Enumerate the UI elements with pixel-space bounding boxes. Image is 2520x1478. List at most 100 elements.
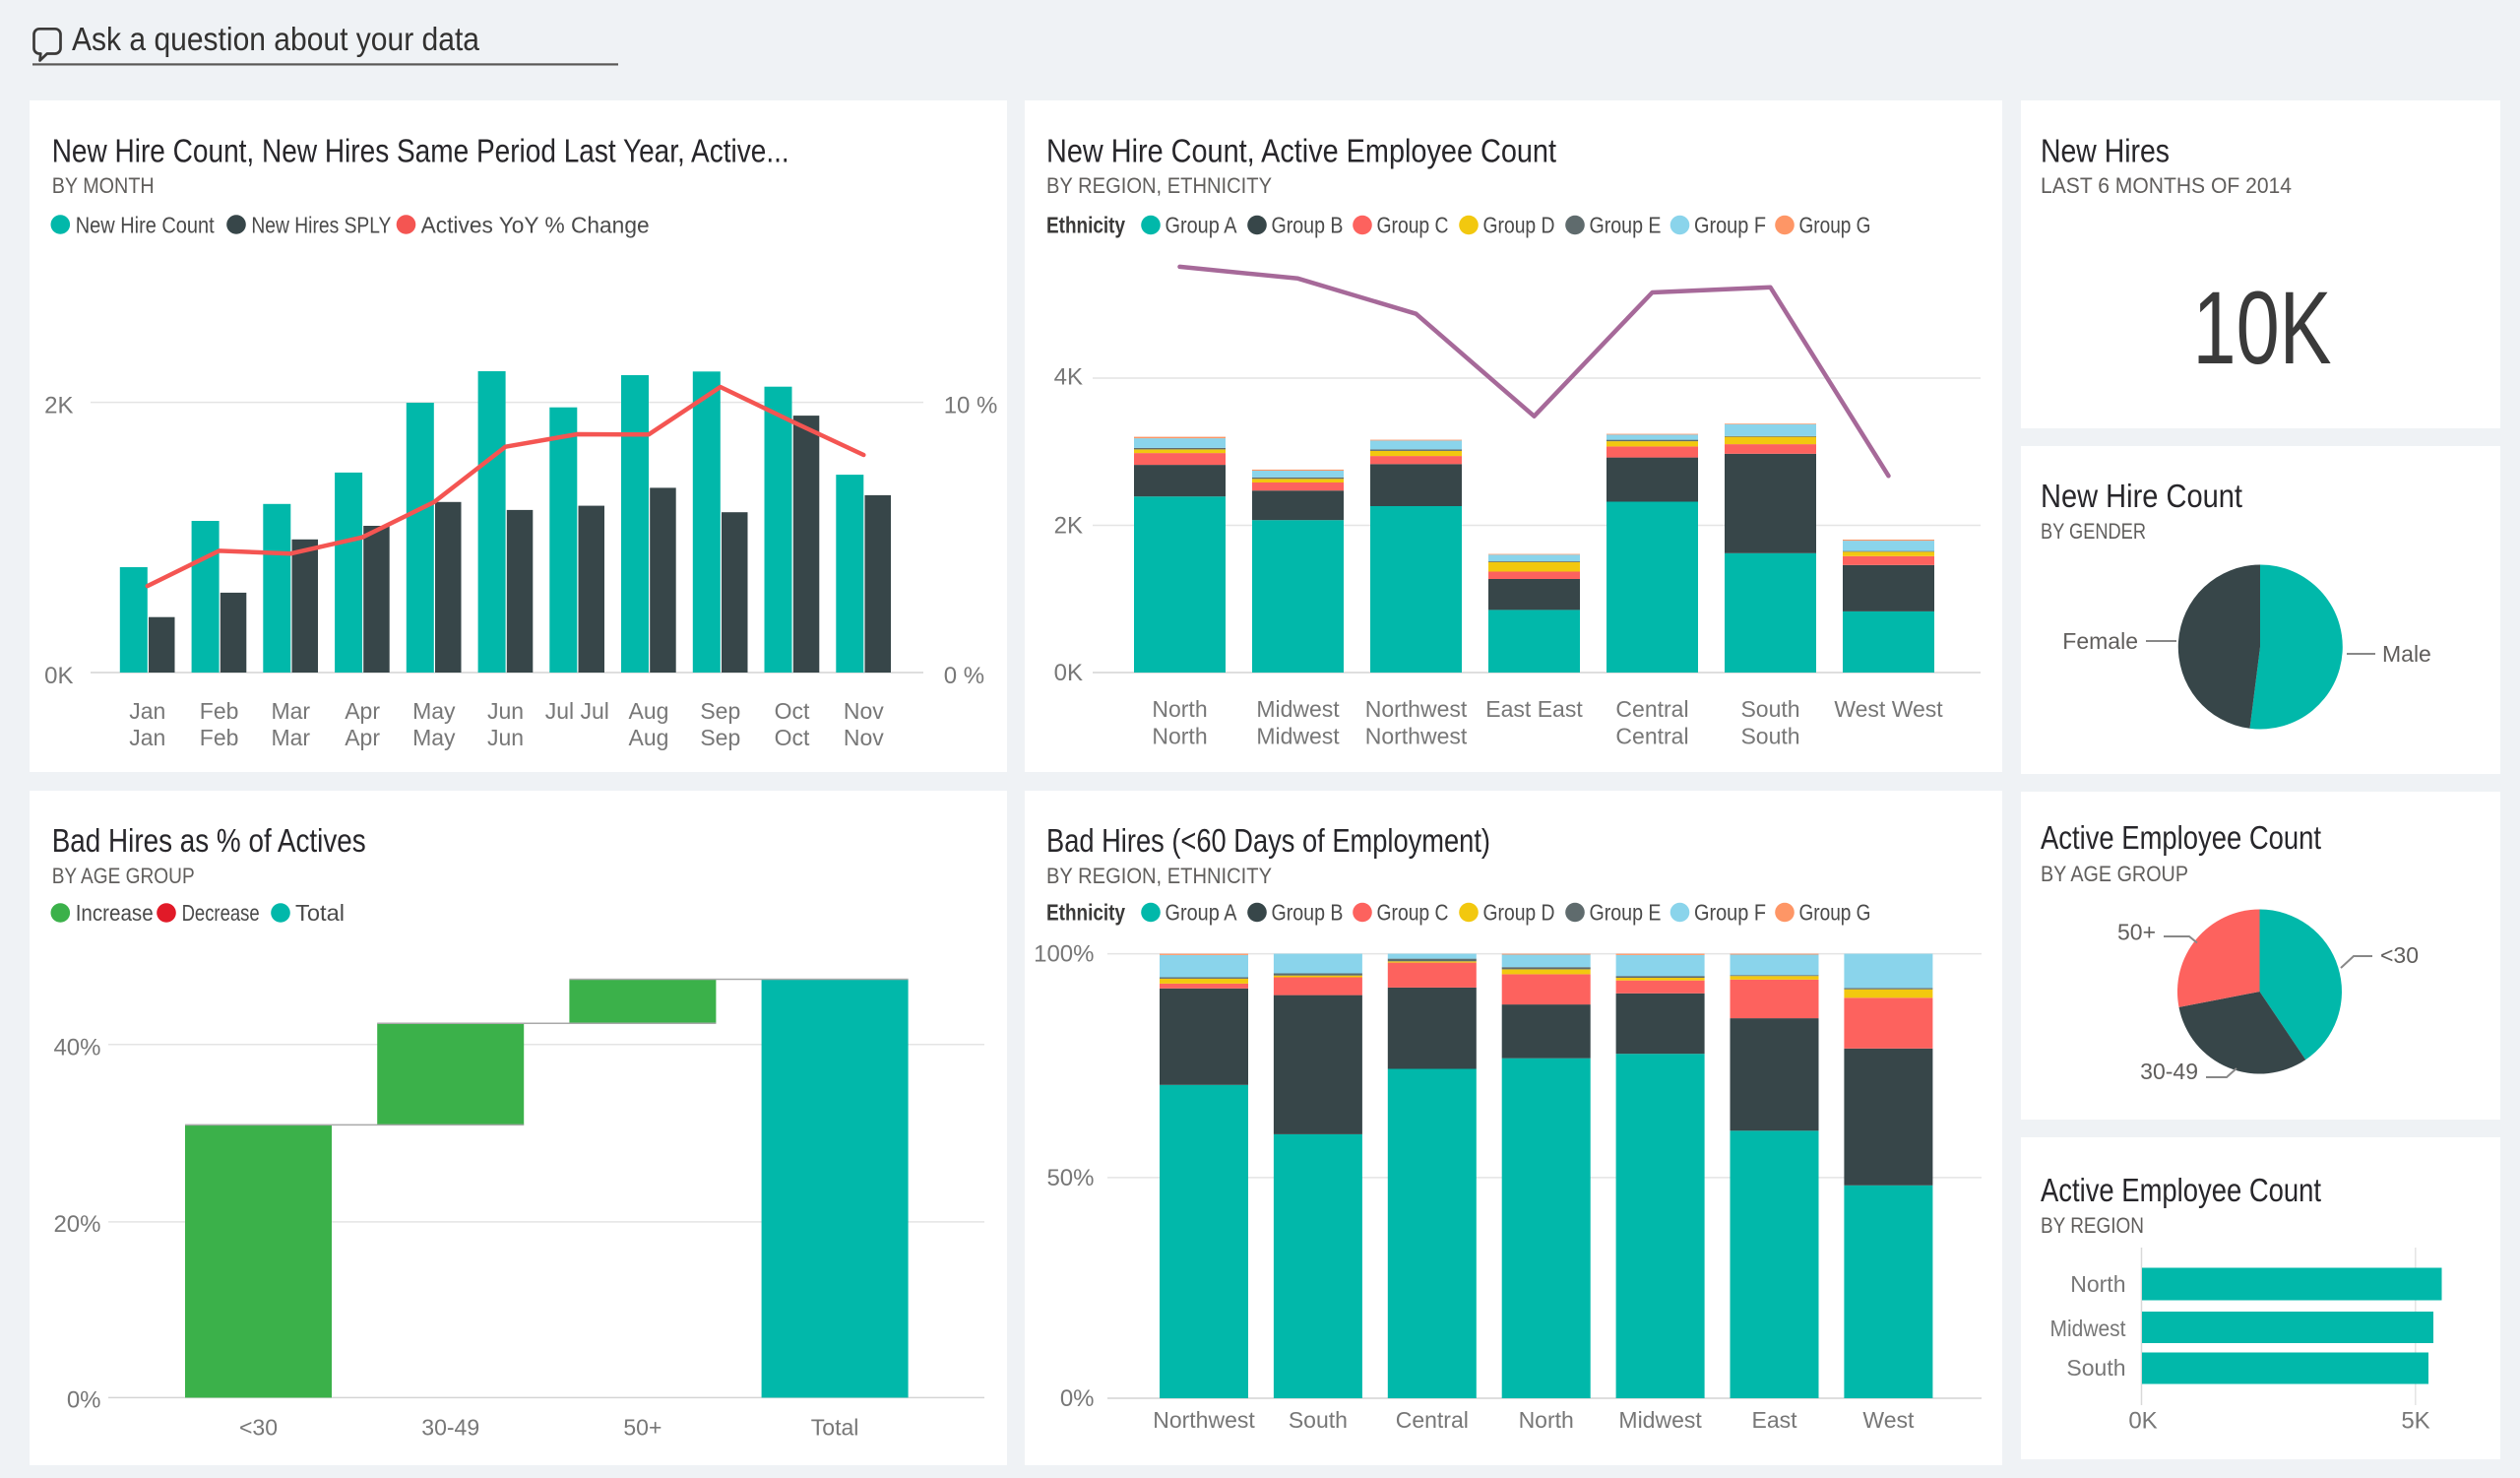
svg-text:Feb: Feb: [200, 725, 239, 750]
svg-text:Group A: Group A: [1166, 900, 1238, 926]
svg-text:South: South: [1740, 696, 1799, 722]
svg-text:Midwest: Midwest: [1256, 696, 1340, 722]
svg-text:May: May: [412, 725, 456, 750]
svg-text:North: North: [2070, 1271, 2125, 1297]
svg-text:West West: West West: [1834, 696, 1943, 722]
svg-text:4K: 4K: [1054, 364, 1083, 391]
svg-text:Jun: Jun: [487, 725, 524, 750]
svg-text:50%: 50%: [1046, 1165, 1094, 1191]
svg-text:Oct: Oct: [775, 698, 810, 724]
svg-text:East: East: [1751, 1407, 1797, 1433]
svg-text:Central: Central: [1615, 696, 1688, 722]
svg-text:Group B: Group B: [1272, 213, 1344, 238]
svg-text:West: West: [1862, 1407, 1915, 1433]
svg-text:BY REGION: BY REGION: [2041, 1213, 2144, 1238]
svg-text:Sep: Sep: [700, 698, 740, 724]
svg-text:East East: East East: [1485, 696, 1583, 722]
svg-text:North: North: [1152, 696, 1207, 722]
svg-text:North: North: [1519, 1407, 1574, 1433]
svg-text:New Hire Count, Active Employe: New Hire Count, Active Employee Count: [1046, 133, 1556, 169]
svg-text:50+: 50+: [623, 1415, 662, 1441]
svg-text:<30: <30: [2380, 942, 2419, 968]
svg-text:<30: <30: [239, 1415, 278, 1441]
svg-text:Group G: Group G: [1799, 213, 1871, 238]
svg-text:Decrease: Decrease: [182, 900, 260, 926]
svg-text:Group C: Group C: [1377, 900, 1449, 926]
svg-text:Active Employee Count: Active Employee Count: [2041, 1172, 2321, 1208]
svg-text:20%: 20%: [53, 1211, 100, 1238]
svg-text:Bad Hires as % of Actives: Bad Hires as % of Actives: [52, 822, 366, 859]
svg-text:BY MONTH: BY MONTH: [52, 173, 155, 198]
svg-text:Group D: Group D: [1483, 900, 1555, 926]
svg-text:May: May: [412, 698, 456, 724]
svg-text:Increase: Increase: [76, 900, 154, 926]
svg-text:LAST 6 MONTHS OF 2014: LAST 6 MONTHS OF 2014: [2041, 173, 2292, 198]
svg-text:Female: Female: [2062, 628, 2138, 654]
svg-text:Total: Total: [295, 900, 345, 926]
svg-text:BY AGE GROUP: BY AGE GROUP: [52, 864, 195, 888]
svg-text:Total: Total: [811, 1415, 859, 1441]
svg-text:Jun: Jun: [487, 698, 524, 724]
svg-text:Ethnicity: Ethnicity: [1046, 213, 1125, 238]
svg-text:Midwest: Midwest: [2050, 1316, 2127, 1341]
svg-text:40%: 40%: [53, 1035, 100, 1061]
svg-text:Bad Hires (<60 Days of Employm: Bad Hires (<60 Days of Employment): [1046, 822, 1490, 859]
svg-text:Northwest: Northwest: [1365, 724, 1468, 749]
svg-text:Male: Male: [2382, 641, 2431, 667]
svg-text:Northwest: Northwest: [1365, 696, 1468, 722]
svg-text:Group A: Group A: [1166, 213, 1238, 238]
svg-text:Central: Central: [1615, 724, 1688, 749]
svg-text:10 %: 10 %: [944, 393, 998, 419]
svg-text:Group C: Group C: [1377, 213, 1449, 238]
svg-text:New Hire Count, New Hires Same: New Hire Count, New Hires Same Period La…: [52, 133, 789, 169]
svg-text:BY REGION, ETHNICITY: BY REGION, ETHNICITY: [1046, 173, 1272, 198]
svg-text:Nov: Nov: [844, 725, 884, 750]
svg-text:Group B: Group B: [1272, 900, 1344, 926]
svg-text:2K: 2K: [1054, 513, 1083, 540]
svg-text:South: South: [1289, 1407, 1348, 1433]
svg-text:Jan: Jan: [129, 725, 165, 750]
svg-text:Group E: Group E: [1590, 900, 1662, 926]
svg-text:Group F: Group F: [1694, 213, 1766, 238]
svg-text:Ethnicity: Ethnicity: [1046, 900, 1125, 926]
svg-text:Group G: Group G: [1799, 900, 1871, 926]
svg-text:BY GENDER: BY GENDER: [2041, 519, 2146, 544]
svg-text:0K: 0K: [44, 663, 73, 689]
svg-text:New Hires SPLY: New Hires SPLY: [251, 213, 391, 238]
svg-text:BY AGE GROUP: BY AGE GROUP: [2041, 862, 2188, 886]
svg-text:100%: 100%: [1034, 941, 1094, 968]
svg-text:0K: 0K: [1054, 660, 1083, 686]
svg-text:Jan: Jan: [129, 698, 165, 724]
svg-text:Oct: Oct: [775, 725, 810, 750]
svg-text:Group F: Group F: [1694, 900, 1766, 926]
svg-text:Sep: Sep: [700, 725, 740, 750]
svg-text:Northwest: Northwest: [1153, 1407, 1255, 1433]
svg-text:New Hire Count: New Hire Count: [2041, 478, 2242, 514]
svg-text:Active Employee Count: Active Employee Count: [2041, 819, 2321, 856]
svg-text:Apr: Apr: [345, 698, 380, 724]
svg-text:BY REGION, ETHNICITY: BY REGION, ETHNICITY: [1046, 864, 1272, 888]
svg-text:2K: 2K: [44, 393, 73, 419]
svg-text:South: South: [2066, 1355, 2125, 1381]
svg-text:Mar: Mar: [271, 725, 310, 750]
svg-text:New Hire Count: New Hire Count: [76, 213, 216, 238]
svg-text:Nov: Nov: [844, 698, 884, 724]
svg-text:10K: 10K: [2193, 271, 2332, 386]
svg-text:Aug: Aug: [629, 698, 669, 724]
svg-text:Midwest: Midwest: [1618, 1407, 1702, 1433]
svg-text:0K: 0K: [2128, 1408, 2157, 1435]
svg-text:Midwest: Midwest: [1256, 724, 1340, 749]
svg-text:Apr: Apr: [345, 725, 380, 750]
svg-text:5K: 5K: [2401, 1408, 2429, 1435]
svg-text:Central: Central: [1396, 1407, 1469, 1433]
svg-text:New Hires: New Hires: [2041, 133, 2170, 169]
svg-text:50+: 50+: [2117, 920, 2156, 945]
svg-text:Actives YoY % Change: Actives YoY % Change: [421, 213, 650, 238]
svg-text:Ask a question about your data: Ask a question about your data: [72, 21, 480, 57]
svg-text:South: South: [1740, 724, 1799, 749]
svg-text:Feb: Feb: [200, 698, 239, 724]
svg-text:0%: 0%: [1060, 1385, 1095, 1412]
svg-text:Group D: Group D: [1483, 213, 1555, 238]
svg-text:Mar: Mar: [271, 698, 310, 724]
svg-text:30-49: 30-49: [2140, 1059, 2198, 1084]
